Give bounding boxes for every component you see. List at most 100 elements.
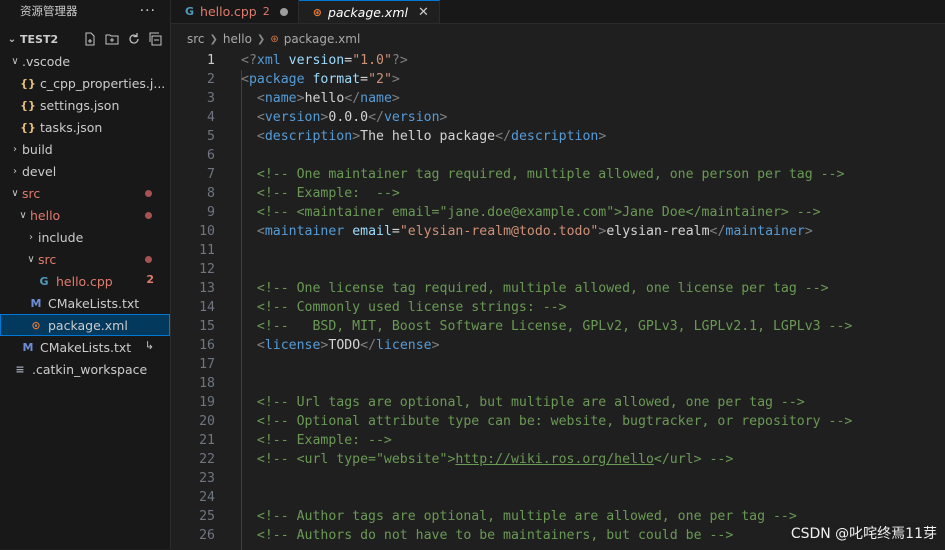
code-token: <: [256, 110, 265, 125]
json-file-icon: {}: [20, 120, 36, 134]
xml-file-icon: ⊙: [31, 318, 41, 332]
tree-item[interactable]: M CMakeLists.txt: [0, 292, 170, 314]
tree-item[interactable]: {} tasks.json: [0, 116, 170, 138]
code-lines: 1 <?xml version="1.0"?> 2 <package format="…: [171, 51, 945, 545]
json-file-icon: {}: [20, 98, 36, 112]
line-content: <!-- <maintainer email="jane.doe@example…: [241, 203, 821, 222]
cmake-file-icon: M: [30, 296, 42, 310]
code-token: <: [241, 72, 249, 87]
breadcrumb-item[interactable]: src: [187, 32, 205, 46]
code-line: 6: [171, 146, 945, 165]
tree-item[interactable]: ⊙ package.xml: [0, 314, 170, 336]
tree-item[interactable]: M CMakeLists.txt ↳: [0, 336, 170, 358]
code-line: 12: [171, 260, 945, 279]
code-token: </: [344, 91, 361, 106]
problem-count-badge: 2: [146, 273, 154, 286]
code-token: <!-- One maintainer tag required, multip…: [256, 167, 845, 182]
tree-item-label: .vscode: [22, 53, 71, 69]
code-line: 5 <description>The hello package</descri…: [171, 127, 945, 146]
line-content: <name>hello</name>: [241, 89, 400, 108]
refresh-icon[interactable]: [126, 31, 142, 47]
line-content: <version>0.0.0</version>: [241, 108, 448, 127]
line-number: 15: [199, 319, 215, 334]
line-number: 17: [199, 357, 215, 372]
watermark: CSDN @叱咤终焉11芽: [788, 523, 939, 543]
breadcrumb-item[interactable]: package.xml: [284, 32, 361, 46]
tree-item[interactable]: › include: [0, 226, 170, 248]
new-folder-icon[interactable]: [104, 31, 120, 47]
line-content: <?xml version="1.0"?>: [241, 51, 408, 70]
code-token: name: [264, 91, 297, 106]
line-number: 23: [199, 471, 215, 486]
tab-hello-cpp[interactable]: G hello.cpp 2: [171, 0, 299, 23]
tree-item-label: CMakeLists.txt: [40, 339, 132, 355]
tree-item[interactable]: ∨ src: [0, 182, 170, 204]
line-content: <!-- Url tags are optional, but multiple…: [241, 393, 805, 412]
code-token: >: [391, 72, 400, 87]
tree-item[interactable]: ∨ .vscode: [0, 50, 170, 72]
code-token: email: [352, 224, 392, 239]
more-actions-icon[interactable]: ···: [140, 3, 156, 19]
tree-item[interactable]: {} c_cpp_properties.j...: [0, 72, 170, 94]
tree-item-label: src: [22, 185, 41, 201]
explorer-header: 资源管理器 ···: [0, 0, 170, 22]
line-number: 3: [207, 91, 215, 106]
code-line: 18: [171, 374, 945, 393]
code-token: maintainer: [264, 224, 345, 239]
close-icon[interactable]: ✕: [418, 5, 429, 20]
line-content: <license>TODO</license>: [241, 336, 440, 355]
code-token: TODO: [328, 338, 361, 353]
line-number: 6: [207, 148, 215, 163]
code-token: >: [804, 224, 813, 239]
code-line: 23: [171, 469, 945, 488]
code-token: <!-- <maintainer email="jane.doe@example…: [256, 205, 821, 220]
tree-item[interactable]: › devel: [0, 160, 170, 182]
line-number: 22: [199, 452, 215, 467]
code-token: license: [264, 338, 321, 353]
tree-item[interactable]: {} settings.json: [0, 94, 170, 116]
line-number: 11: [199, 243, 215, 258]
code-token: version: [288, 53, 345, 68]
code-token: <!-- <url type="website">: [256, 452, 456, 467]
new-file-icon[interactable]: [82, 31, 98, 47]
code-line: 21 <!-- Example: -->: [171, 431, 945, 450]
code-token[interactable]: http://wiki.ros.org/hello: [455, 452, 654, 467]
cmake-file-icon: M: [22, 340, 34, 354]
tree-item-label: package.xml: [48, 317, 128, 333]
collapse-all-icon[interactable]: [148, 31, 164, 47]
code-token: <: [256, 91, 265, 106]
tree-item[interactable]: ∨ hello: [0, 204, 170, 226]
editor-area: G hello.cpp 2 ⊛ package.xml ✕ src ❯ hell…: [171, 0, 945, 550]
code-token: <!-- Author tags are optional, multiple …: [256, 509, 797, 524]
tab-bar: G hello.cpp 2 ⊛ package.xml ✕: [171, 0, 945, 24]
code-token: description: [264, 129, 353, 144]
tab-package-xml[interactable]: ⊛ package.xml ✕: [298, 0, 440, 23]
symlink-icon: ↳: [144, 339, 154, 352]
code-line: 8 <!-- Example: -->: [171, 184, 945, 203]
code-token: "elysian-realm@todo.todo": [399, 224, 599, 239]
code-line: 13 <!-- One license tag required, multip…: [171, 279, 945, 298]
tab-label: hello.cpp: [200, 4, 257, 19]
tree-item[interactable]: Ghello.cpp 2: [0, 270, 170, 292]
workspace-section-header[interactable]: ⌄ TEST2: [0, 28, 170, 50]
line-number: 24: [199, 490, 215, 505]
tree-item-label: settings.json: [40, 97, 120, 113]
line-content: <!-- BSD, MIT, Boost Software License, G…: [241, 317, 852, 336]
code-token: =: [344, 53, 353, 68]
line-number: 18: [199, 376, 215, 391]
code-token: <?: [241, 53, 257, 68]
tree-item[interactable]: ≡ .catkin_workspace: [0, 358, 170, 380]
tree-item[interactable]: ∨ src: [0, 248, 170, 270]
chevron-down-icon: ∨: [19, 209, 27, 221]
line-number: 19: [199, 395, 215, 410]
workspace-title: TEST2: [20, 32, 59, 46]
tree-item[interactable]: › build: [0, 138, 170, 160]
code-editor[interactable]: 1 <?xml version="1.0"?> 2 <package format="…: [171, 51, 945, 550]
code-token: package: [248, 72, 305, 87]
breadcrumb-item[interactable]: hello: [223, 32, 252, 46]
